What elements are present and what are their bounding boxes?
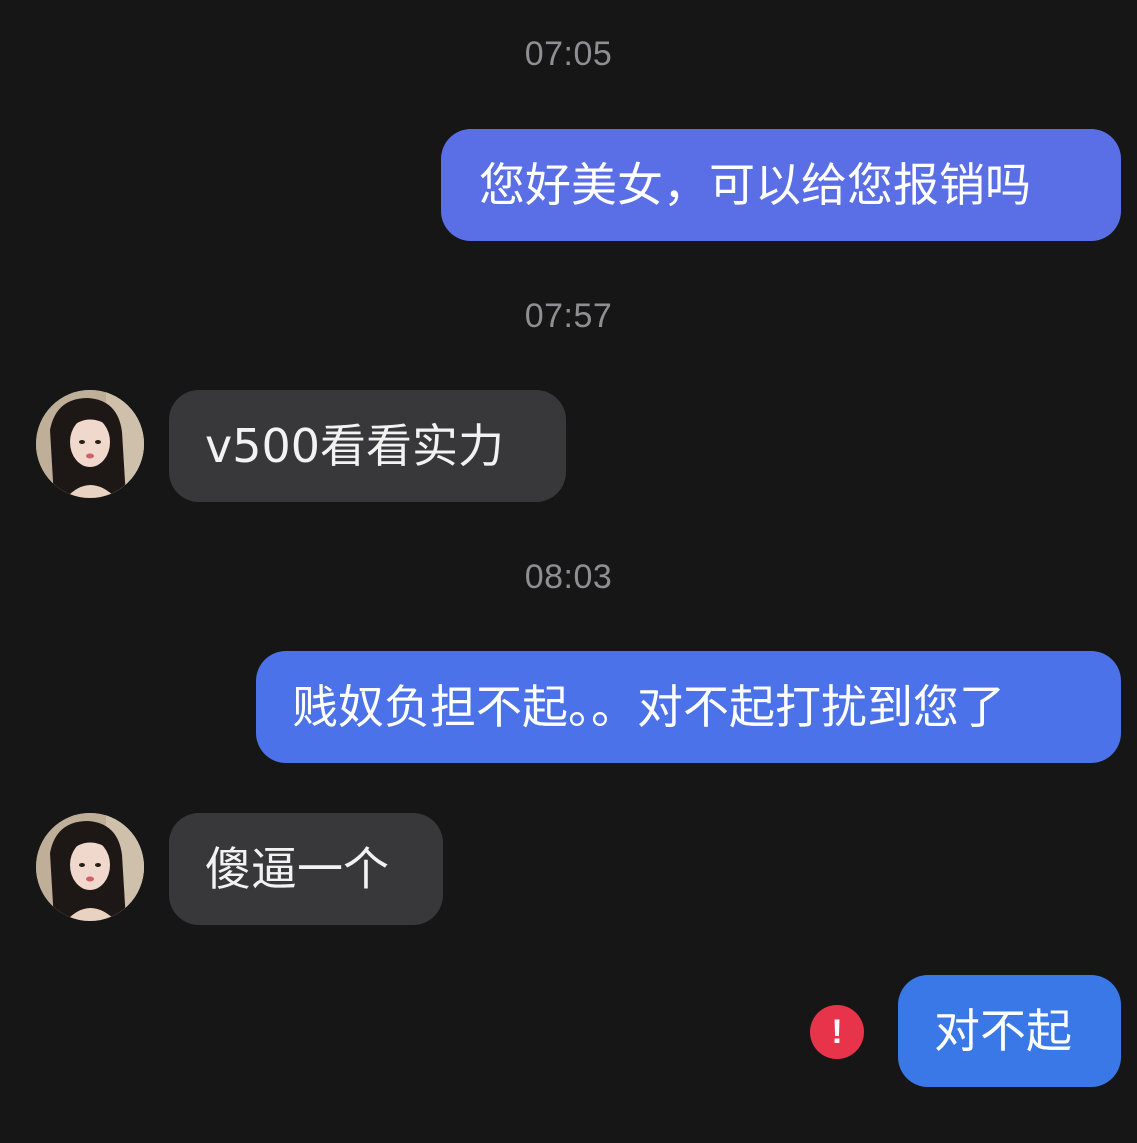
message-text: 傻逼一个 xyxy=(205,842,389,896)
incoming-message-bubble[interactable]: v500看看实力 xyxy=(169,390,566,502)
outgoing-message-bubble[interactable]: 您好美女，可以给您报销吗 xyxy=(441,129,1121,241)
message-text: 对不起 xyxy=(934,1004,1072,1058)
timestamp: 07:05 xyxy=(524,35,613,73)
timestamp: 07:57 xyxy=(524,297,613,335)
outgoing-message-bubble[interactable]: 对不起 xyxy=(898,975,1121,1087)
message-text: 您好美女，可以给您报销吗 xyxy=(479,158,1031,212)
outgoing-message-bubble[interactable]: 贱奴负担不起。。对不起打扰到您了 xyxy=(256,651,1121,763)
avatar-icon[interactable] xyxy=(36,813,144,921)
error-badge-symbol: ! xyxy=(831,1012,843,1051)
avatar-icon[interactable] xyxy=(36,390,144,498)
message-text: 贱奴负担不起。。对不起打扰到您了 xyxy=(292,680,1005,734)
message-text: v500看看实力 xyxy=(205,419,505,473)
exclamation-icon[interactable]: ! xyxy=(810,1005,864,1059)
timestamp: 08:03 xyxy=(524,558,613,596)
incoming-message-bubble[interactable]: 傻逼一个 xyxy=(169,813,443,925)
